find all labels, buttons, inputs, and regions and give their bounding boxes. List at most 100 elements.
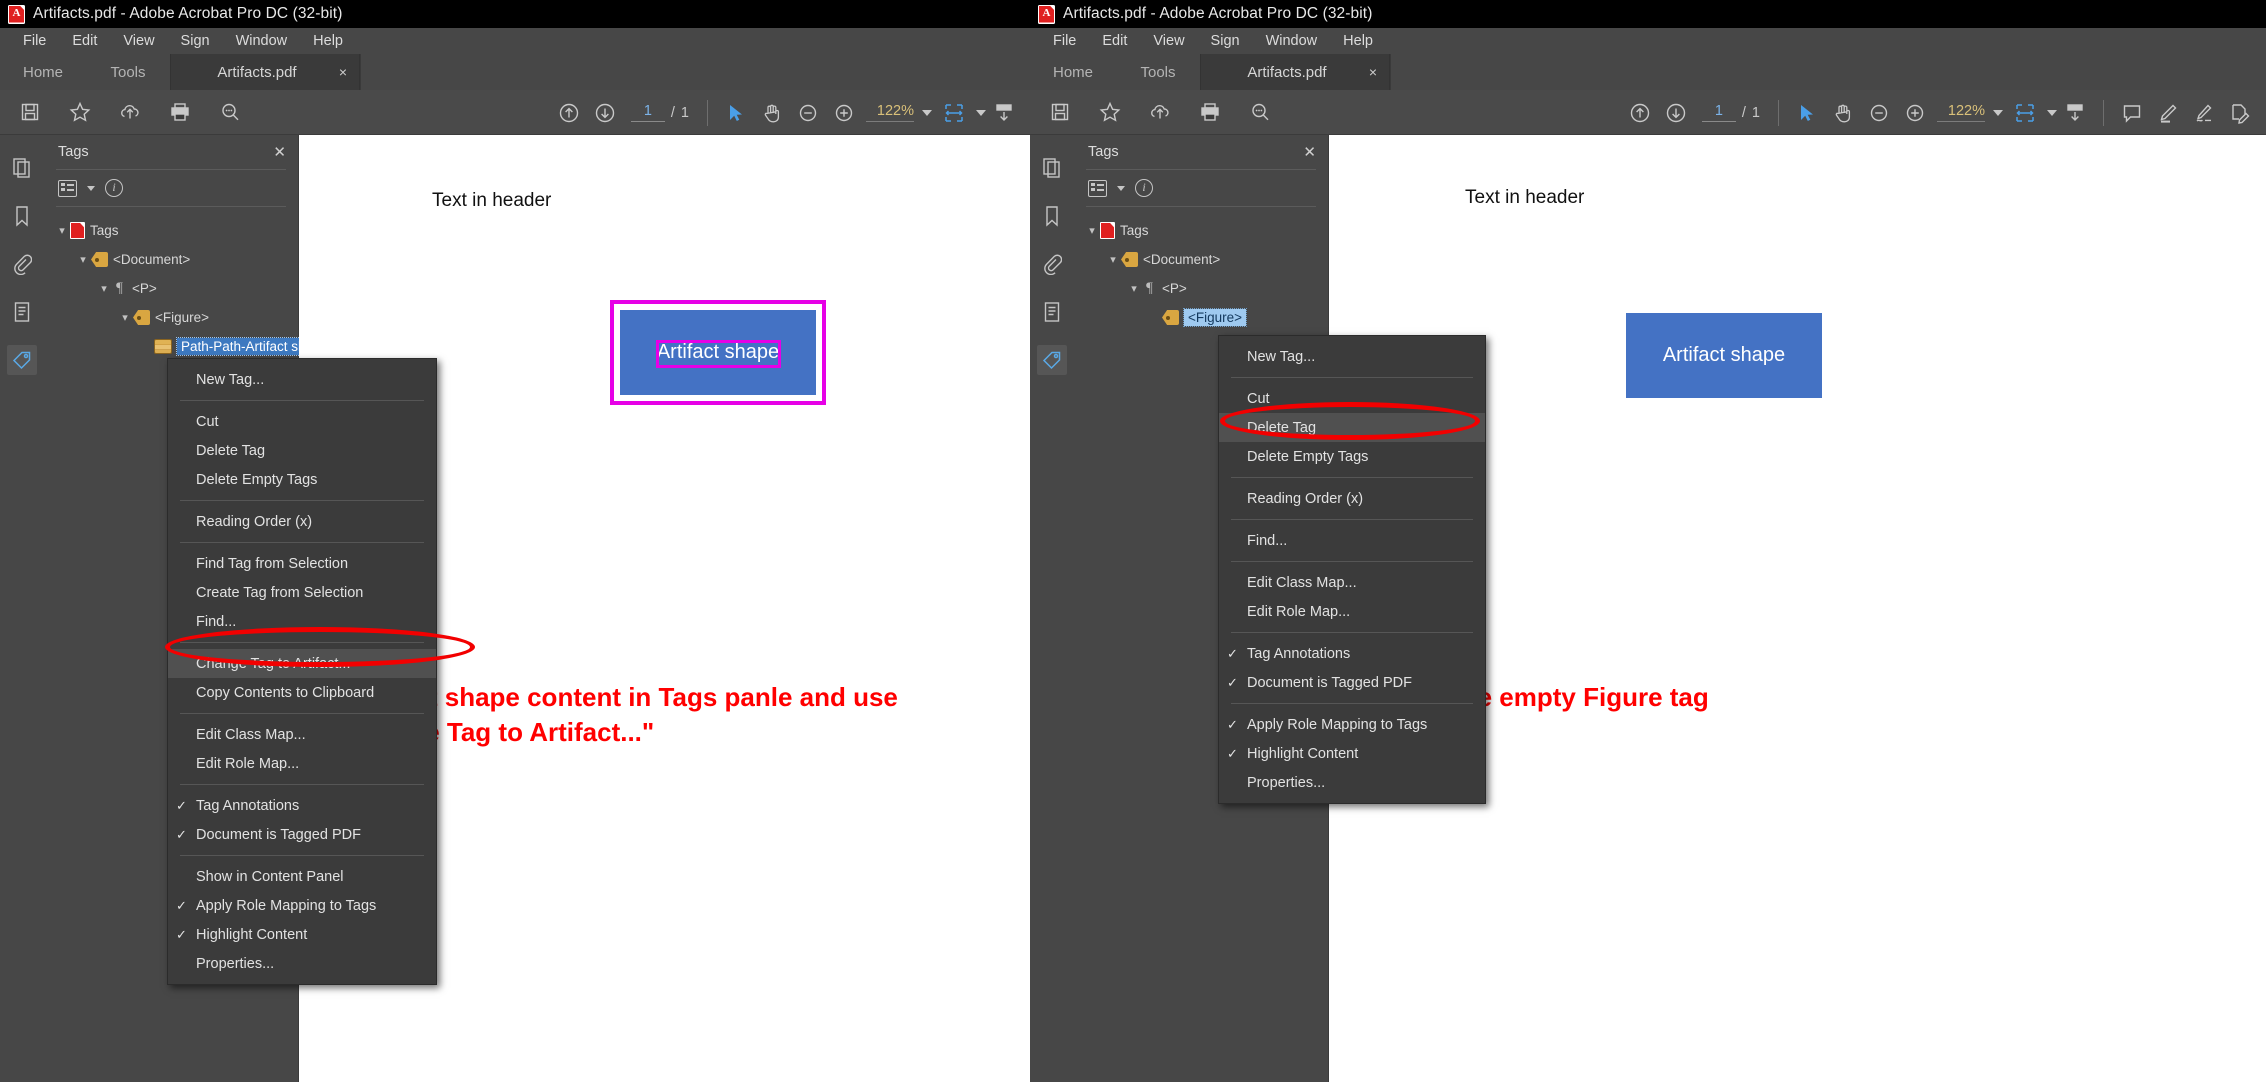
tree-node-p[interactable]: ▾ ¶ <P> [44, 274, 298, 303]
scroll-mode-icon[interactable] [986, 95, 1022, 131]
tab-document[interactable]: Artifacts.pdf × [1200, 54, 1390, 90]
context-item-edit-role-map[interactable]: Edit Role Map... [168, 749, 436, 778]
context-item-edit-role-map[interactable]: Edit Role Map... [1219, 597, 1485, 626]
zoom-dropdown-caret-icon[interactable] [1993, 109, 2003, 116]
fit-width-icon[interactable] [936, 95, 972, 131]
chevron-down-icon[interactable]: ▾ [1105, 253, 1121, 266]
tree-node-figure[interactable]: ▾ <Figure> [44, 303, 298, 332]
tab-close-icon[interactable]: × [339, 65, 347, 79]
tree-node-tags[interactable]: ▾ Tags [44, 216, 298, 245]
select-cursor-icon[interactable] [1789, 95, 1825, 131]
zoom-control[interactable]: 122% [1933, 103, 2007, 122]
menu-item-view[interactable]: View [1140, 28, 1197, 54]
save-icon[interactable] [12, 94, 48, 130]
context-item-new-tag[interactable]: New Tag... [1219, 342, 1485, 371]
options-caret-icon[interactable] [87, 185, 95, 191]
options-list-icon[interactable] [1088, 179, 1107, 197]
context-item-delete-empty-tags[interactable]: Delete Empty Tags [1219, 442, 1485, 471]
menu-item-help[interactable]: Help [1330, 28, 1386, 54]
chevron-down-icon[interactable]: ▾ [96, 282, 112, 295]
chevron-down-icon[interactable]: ▾ [117, 311, 133, 324]
previous-page-icon[interactable] [551, 95, 587, 131]
previous-page-icon[interactable] [1622, 95, 1658, 131]
tab-close-icon[interactable]: × [1369, 65, 1377, 79]
context-item-properties[interactable]: Properties... [1219, 768, 1485, 797]
print-icon[interactable] [1192, 94, 1228, 130]
context-item-new-tag[interactable]: New Tag... [168, 365, 436, 394]
zoom-out-icon[interactable] [790, 95, 826, 131]
context-item-document-is-tagged-pdf[interactable]: ✓ Document is Tagged PDF [1219, 668, 1485, 697]
context-item-highlight-content[interactable]: ✓ Highlight Content [168, 920, 436, 949]
prepare-form-icon[interactable] [2222, 95, 2258, 131]
tab-tools[interactable]: Tools [86, 54, 170, 90]
hand-tool-icon[interactable] [1825, 95, 1861, 131]
context-item-highlight-content[interactable]: ✓ Highlight Content [1219, 739, 1485, 768]
tags-context-menu-right[interactable]: New Tag... Cut Delete Tag Delete Empty T… [1218, 335, 1486, 804]
zoom-level-value[interactable]: 122% [1937, 103, 1985, 122]
menu-item-window[interactable]: Window [223, 28, 301, 54]
menu-item-view[interactable]: View [110, 28, 167, 54]
tab-home[interactable]: Home [0, 54, 86, 90]
artifact-shape-right[interactable]: Artifact shape [1626, 313, 1822, 398]
menu-item-file[interactable]: File [1040, 28, 1089, 54]
context-item-tag-annotations[interactable]: ✓ Tag Annotations [1219, 639, 1485, 668]
menu-item-edit[interactable]: Edit [59, 28, 110, 54]
upload-cloud-icon[interactable] [1142, 94, 1178, 130]
options-caret-icon[interactable] [1117, 185, 1125, 191]
context-item-document-is-tagged-pdf[interactable]: ✓ Document is Tagged PDF [168, 820, 436, 849]
tab-home[interactable]: Home [1030, 54, 1116, 90]
context-item-apply-role-mapping-to-tags[interactable]: ✓ Apply Role Mapping to Tags [1219, 710, 1485, 739]
context-item-find-tag-from-selection[interactable]: Find Tag from Selection [168, 549, 436, 578]
tree-node-document[interactable]: ▾ <Document> [44, 245, 298, 274]
page-number-input[interactable]: 1 [630, 103, 665, 122]
info-icon[interactable]: i [105, 179, 123, 197]
scroll-mode-icon[interactable] [2057, 95, 2093, 131]
next-page-icon[interactable] [587, 95, 623, 131]
signature-icon[interactable] [2186, 95, 2222, 131]
context-item-find[interactable]: Find... [1219, 526, 1485, 555]
tree-node-tags[interactable]: ▾ Tags [1074, 216, 1328, 245]
context-item-delete-tag[interactable]: Delete Tag [1219, 413, 1485, 442]
print-icon[interactable] [162, 94, 198, 130]
context-item-reading-order[interactable]: Reading Order (x) [168, 507, 436, 536]
content-panel-icon[interactable] [7, 297, 37, 327]
upload-cloud-icon[interactable] [112, 94, 148, 130]
tree-node-figure[interactable]: <Figure> [1074, 303, 1328, 332]
zoom-control[interactable]: 122% [862, 103, 936, 122]
context-item-properties[interactable]: Properties... [168, 949, 436, 978]
fit-width-icon[interactable] [2007, 95, 2043, 131]
context-item-cut[interactable]: Cut [168, 407, 436, 436]
tags-panel-close-icon[interactable]: ✕ [1303, 143, 1316, 161]
tab-tools[interactable]: Tools [1116, 54, 1200, 90]
tags-panel-icon[interactable] [7, 345, 37, 375]
content-panel-icon[interactable] [1037, 297, 1067, 327]
context-item-copy-contents-to-clipboard[interactable]: Copy Contents to Clipboard [168, 678, 436, 707]
fit-dropdown-caret-icon[interactable] [976, 109, 986, 116]
page-number-input[interactable]: 1 [1701, 103, 1736, 122]
options-list-icon[interactable] [58, 179, 77, 197]
star-icon[interactable] [1092, 94, 1128, 130]
menu-item-file[interactable]: File [10, 28, 59, 54]
context-item-edit-class-map[interactable]: Edit Class Map... [1219, 568, 1485, 597]
context-item-show-in-content-panel[interactable]: Show in Content Panel [168, 862, 436, 891]
menu-item-edit[interactable]: Edit [1089, 28, 1140, 54]
page-thumbnails-icon[interactable] [1037, 153, 1067, 183]
menu-item-help[interactable]: Help [300, 28, 356, 54]
zoom-level-value[interactable]: 122% [866, 103, 914, 122]
context-item-change-tag-to-artifact[interactable]: Change Tag to Artifact... [168, 649, 436, 678]
context-item-reading-order[interactable]: Reading Order (x) [1219, 484, 1485, 513]
info-icon[interactable]: i [1135, 179, 1153, 197]
hand-tool-icon[interactable] [754, 95, 790, 131]
comment-icon[interactable] [2114, 95, 2150, 131]
select-cursor-icon[interactable] [718, 95, 754, 131]
chevron-down-icon[interactable]: ▾ [1084, 224, 1100, 237]
menu-item-window[interactable]: Window [1253, 28, 1331, 54]
next-page-icon[interactable] [1658, 95, 1694, 131]
tree-node-content[interactable]: Path-Path-Artifact shape [44, 332, 334, 361]
context-item-create-tag-from-selection[interactable]: Create Tag from Selection [168, 578, 436, 607]
context-item-apply-role-mapping-to-tags[interactable]: ✓ Apply Role Mapping to Tags [168, 891, 436, 920]
tags-panel-icon[interactable] [1037, 345, 1067, 375]
page-thumbnails-icon[interactable] [7, 153, 37, 183]
context-item-edit-class-map[interactable]: Edit Class Map... [168, 720, 436, 749]
context-item-delete-empty-tags[interactable]: Delete Empty Tags [168, 465, 436, 494]
